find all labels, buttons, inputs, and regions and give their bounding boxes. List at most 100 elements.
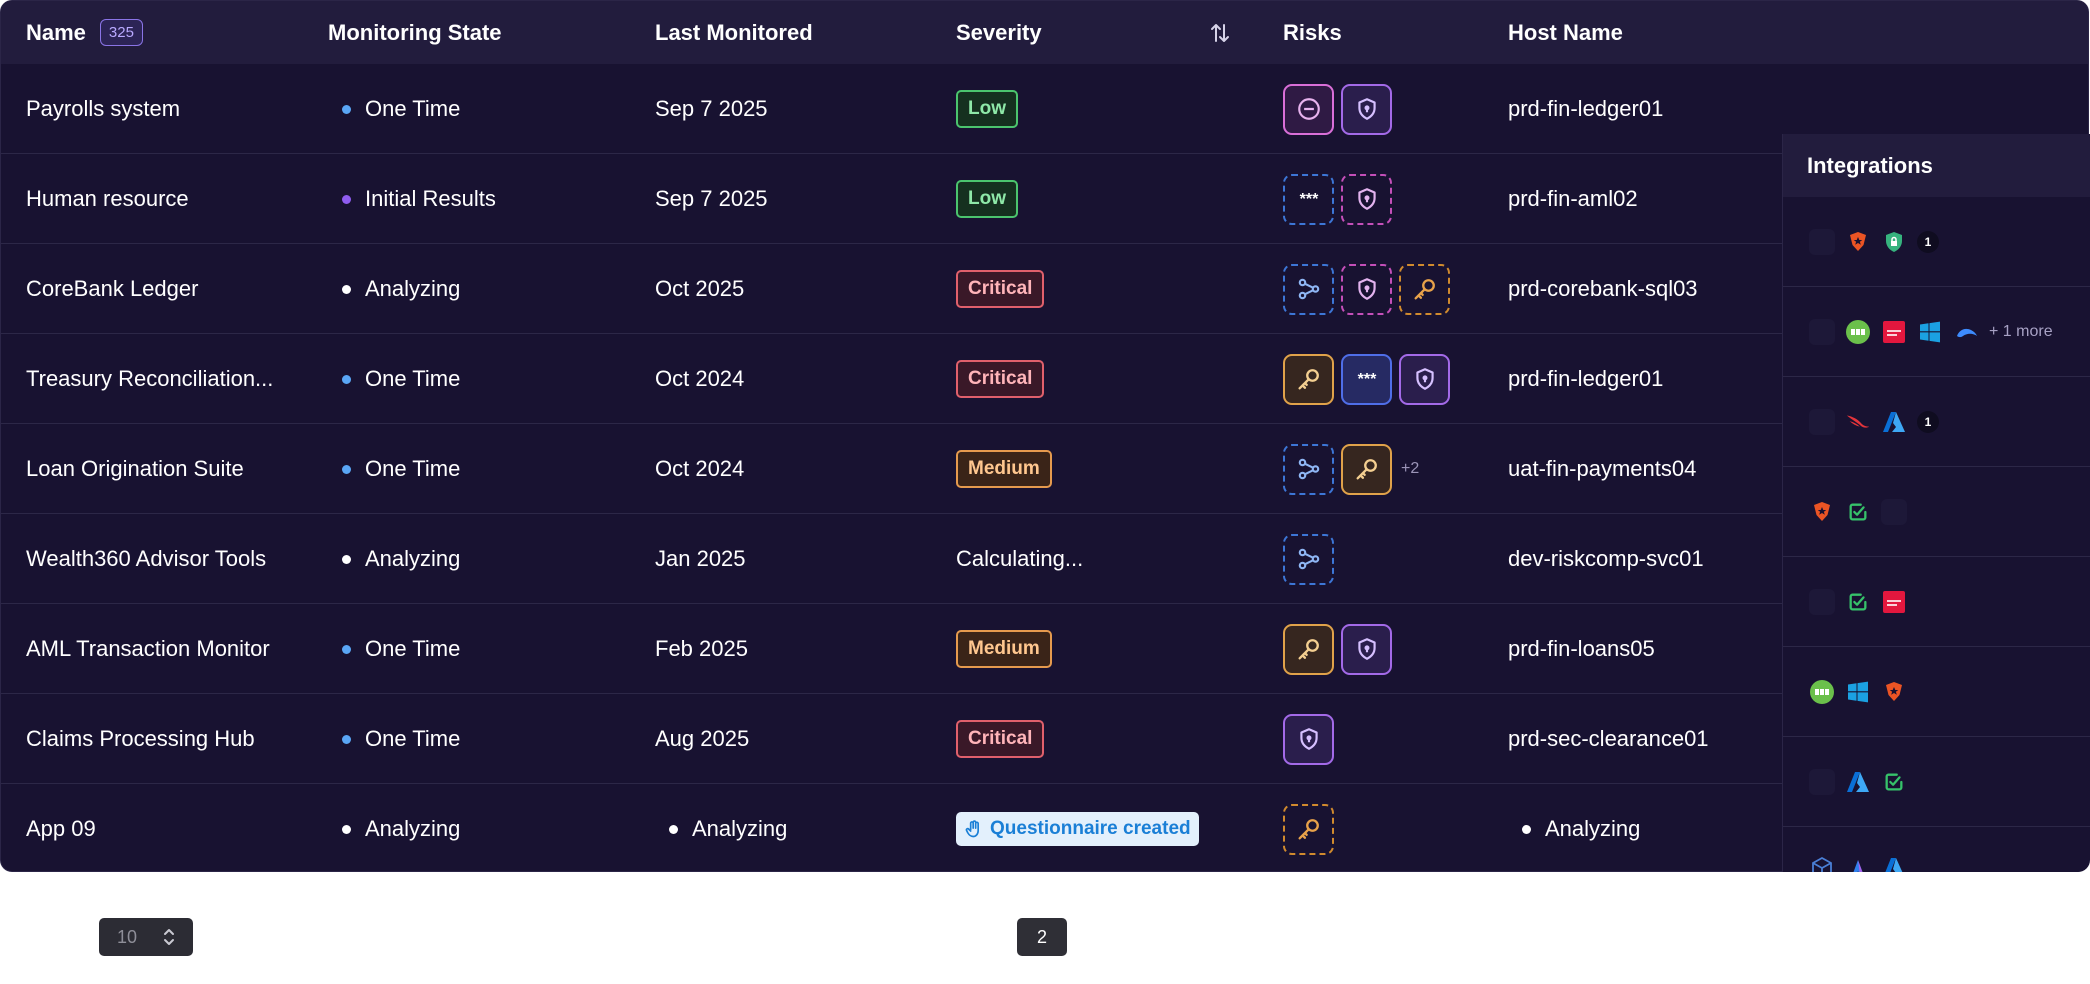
app-name[interactable]: CoreBank Ledger [26, 244, 198, 334]
blocked-risk-icon[interactable] [1283, 83, 1334, 135]
shield-risk-icon[interactable] [1283, 713, 1334, 765]
app-name[interactable]: Claims Processing Hub [26, 694, 255, 784]
last-monitored-label: Analyzing [692, 816, 788, 841]
table-row[interactable]: Human resource Initial Results Sep 7 202… [1, 154, 1783, 244]
cube-icon[interactable] [1809, 855, 1835, 872]
table-body: Payrolls system One Time Sep 7 2025 Low … [1, 64, 1783, 871]
last-monitored: Oct 2025 [655, 276, 745, 301]
column-header-name[interactable]: Name 325 [26, 1, 143, 64]
shield-risk-icon[interactable] [1341, 263, 1392, 315]
column-header-risks[interactable]: Risks [1283, 1, 1342, 64]
table-row[interactable]: CoreBank Ledger Analyzing Oct 2025 Criti… [1, 244, 1783, 334]
host-name-label: Analyzing [1545, 816, 1641, 841]
shield-risk-icon[interactable] [1341, 173, 1392, 225]
cloud-icon[interactable] [1953, 319, 1979, 345]
page-number-button[interactable]: 2 [1017, 918, 1067, 956]
monitoring-state-label: One Time [365, 636, 461, 661]
monitoring-state: One Time [342, 334, 460, 424]
table-row[interactable]: AML Transaction Monitor One Time Feb 202… [1, 604, 1783, 694]
integrations-row: + 1 more [1783, 287, 2090, 377]
generic-integration-icon[interactable] [1881, 498, 1907, 525]
column-header-host-name[interactable]: Host Name [1508, 1, 1623, 64]
table-row[interactable]: Payrolls system One Time Sep 7 2025 Low … [1, 64, 1783, 154]
shield-risk-icon[interactable] [1341, 623, 1392, 675]
svg-text:***: *** [1357, 372, 1376, 386]
checklist-icon[interactable] [1845, 499, 1871, 525]
checklist-icon[interactable] [1881, 769, 1907, 795]
page-size-select[interactable]: 10 [99, 918, 193, 956]
integrations-more[interactable]: + 1 more [1989, 323, 2053, 341]
atlassian-icon[interactable] [1845, 855, 1871, 872]
auth0-icon[interactable] [1845, 229, 1871, 255]
monitoring-state-label: One Time [365, 366, 461, 391]
app-name[interactable]: AML Transaction Monitor [26, 604, 270, 694]
monitoring-state-label: One Time [365, 726, 461, 751]
auth0-icon[interactable] [1809, 499, 1835, 525]
risks-more-count[interactable]: +2 [1401, 460, 1419, 478]
checklist-icon[interactable] [1845, 589, 1871, 615]
host-name: prd-fin-ledger01 [1508, 366, 1664, 391]
last-monitored: Jan 2025 [655, 546, 746, 571]
integrations-row [1783, 647, 2090, 737]
app-name[interactable]: Wealth360 Advisor Tools [26, 514, 266, 604]
app-name[interactable]: Human resource [26, 154, 189, 244]
column-header-integrations[interactable]: Integrations [1783, 134, 2090, 197]
app-name[interactable]: Payrolls system [26, 64, 180, 154]
app-name[interactable]: Loan Origination Suite [26, 424, 244, 514]
auth0-icon[interactable] [1881, 679, 1907, 705]
shield-risk-icon[interactable] [1399, 353, 1450, 405]
generic-integration-icon[interactable] [1809, 408, 1835, 435]
azure-icon[interactable] [1881, 855, 1907, 872]
shield-risk-icon[interactable] [1341, 83, 1392, 135]
severity-cell: Low [956, 154, 1018, 244]
risks-cell [1283, 694, 1341, 784]
azure-icon[interactable] [1845, 769, 1871, 795]
share-risk-icon[interactable] [1283, 263, 1334, 315]
secret-risk-icon[interactable]: *** [1283, 173, 1334, 225]
host-name: Analyzing [1522, 784, 1641, 871]
sort-icon[interactable] [1206, 19, 1234, 47]
questionnaire-badge[interactable]: Questionnaire created [956, 812, 1199, 846]
generic-integration-icon[interactable] [1809, 768, 1835, 795]
monitoring-state: Analyzing [342, 514, 460, 604]
ping-identity-icon[interactable] [1881, 319, 1907, 345]
key-risk-icon[interactable] [1283, 803, 1334, 855]
risks-cell: *** [1283, 334, 1457, 424]
duo-icon[interactable] [1845, 319, 1871, 345]
severity-cell: Questionnaire created [956, 784, 1199, 871]
generic-integration-icon[interactable] [1809, 228, 1835, 255]
risks-cell [1283, 244, 1457, 334]
key-risk-icon[interactable] [1283, 623, 1334, 675]
table-row[interactable]: Loan Origination Suite One Time Oct 2024… [1, 424, 1783, 514]
severity-cell: Critical [956, 334, 1045, 424]
applications-table: Name 325 Monitoring State Last Monitored… [0, 0, 2089, 872]
monitoring-state: One Time [342, 64, 460, 154]
table-row[interactable]: Treasury Reconciliation... One Time Oct … [1, 334, 1783, 424]
share-risk-icon[interactable] [1283, 443, 1334, 495]
generic-integration-icon[interactable] [1809, 588, 1835, 615]
windows-icon[interactable] [1845, 679, 1871, 705]
duo-icon[interactable] [1809, 679, 1835, 705]
severity-cell: Medium [956, 604, 1052, 694]
table-row[interactable]: Claims Processing Hub One Time Aug 2025 … [1, 694, 1783, 784]
crowdstrike-icon[interactable] [1845, 409, 1871, 435]
column-header-severity[interactable]: Severity [956, 1, 1042, 64]
secret-risk-icon[interactable]: *** [1341, 353, 1392, 405]
table-row[interactable]: App 09 Analyzing Analyzing Questionnaire… [1, 784, 1783, 871]
lock-shield-icon[interactable] [1881, 229, 1907, 255]
key-risk-icon[interactable] [1283, 353, 1334, 405]
key-risk-icon[interactable] [1399, 263, 1450, 315]
app-name[interactable]: Treasury Reconciliation... [26, 334, 273, 424]
share-risk-icon[interactable] [1283, 533, 1334, 585]
key-risk-icon[interactable] [1341, 443, 1392, 495]
column-header-monitoring-state[interactable]: Monitoring State [328, 1, 502, 64]
column-header-last-monitored[interactable]: Last Monitored [655, 1, 813, 64]
monitoring-state-label: One Time [365, 456, 461, 481]
windows-icon[interactable] [1917, 319, 1943, 345]
table-row[interactable]: Wealth360 Advisor Tools Analyzing Jan 20… [1, 514, 1783, 604]
app-name[interactable]: App 09 [26, 784, 96, 871]
ping-identity-icon[interactable] [1881, 589, 1907, 615]
generic-integration-icon[interactable] [1809, 318, 1835, 345]
azure-icon[interactable] [1881, 409, 1907, 435]
status-dot [342, 284, 351, 294]
